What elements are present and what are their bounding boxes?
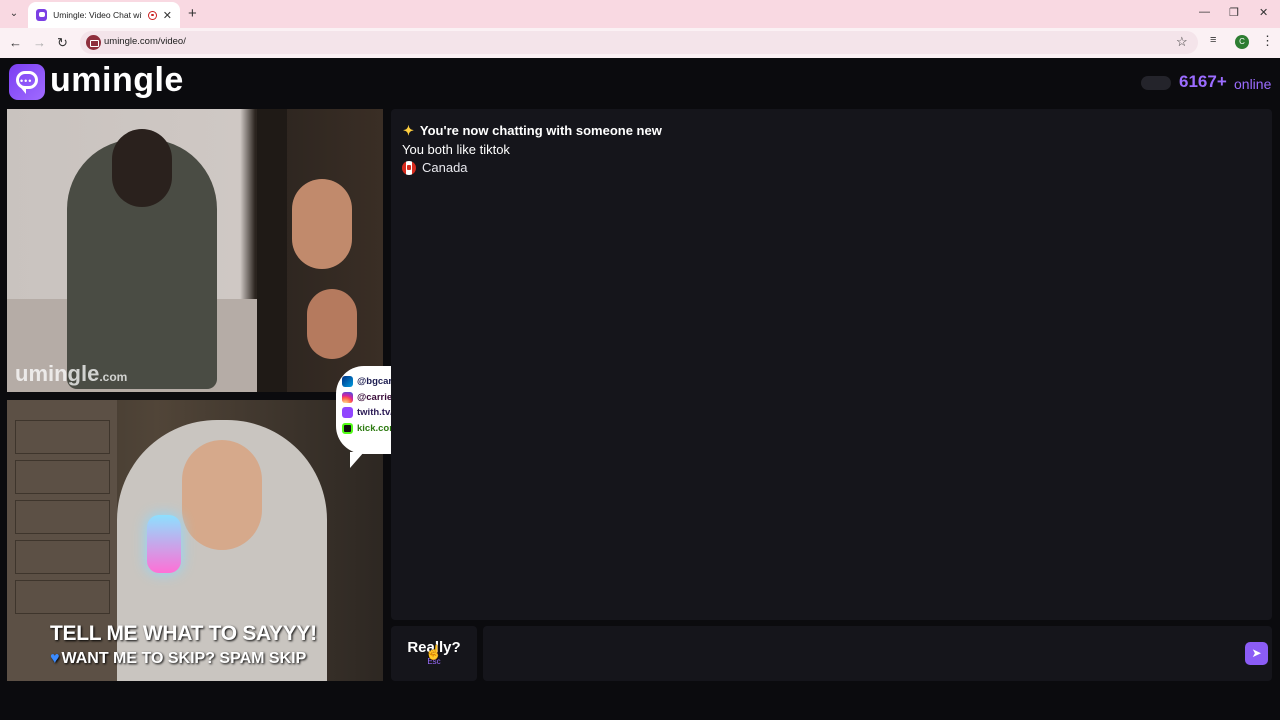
- twitch-icon: [342, 407, 353, 419]
- recording-indicator-icon: [148, 10, 157, 20]
- reload-icon[interactable]: ↻: [57, 35, 68, 51]
- umingle-logo-icon[interactable]: •••: [9, 64, 45, 100]
- profile-avatar[interactable]: C: [1235, 35, 1249, 49]
- browser-tab-strip: ⌄ Umingle: Video Chat with St ✕ + — ❐ ✕: [0, 0, 1280, 28]
- self-face: [182, 440, 262, 550]
- new-tab-button[interactable]: +: [188, 5, 197, 22]
- back-icon[interactable]: ←: [9, 35, 22, 50]
- brand-name[interactable]: umingle: [50, 61, 184, 100]
- common-interest-message: You both like tiktok: [402, 142, 510, 157]
- send-icon[interactable]: ➤: [1245, 642, 1268, 665]
- tab-title: Umingle: Video Chat with St: [53, 10, 142, 20]
- chat-intro-message: ✦ You're now chatting with someone new: [403, 123, 662, 138]
- canada-flag-icon: [402, 160, 416, 175]
- hand-foreground: [307, 289, 357, 359]
- address-bar[interactable]: umingle.com/video/ ☆: [80, 31, 1198, 54]
- umingle-favicon-icon: [36, 9, 48, 21]
- stranger-video: umingle.com: [7, 109, 383, 392]
- self-video: TELL ME WHAT TO SAYYY! ♥ WANT ME TO SKIP?…: [7, 400, 383, 681]
- browser-tab[interactable]: Umingle: Video Chat with St ✕: [28, 2, 180, 28]
- hand-foreground: [292, 179, 352, 269]
- stream-overlay-text: ♥ WANT ME TO SKIP? SPAM SKIP: [50, 650, 307, 667]
- stream-overlay-text: TELL ME WHAT TO SAYYY!: [50, 622, 317, 645]
- close-window-button[interactable]: ✕: [1259, 6, 1268, 19]
- message-input[interactable]: [493, 640, 1233, 666]
- tab-search-icon[interactable]: ⌄: [6, 6, 22, 22]
- restore-button[interactable]: ❐: [1229, 6, 1239, 19]
- theme-toggle[interactable]: [1141, 76, 1171, 90]
- paypal-icon: [342, 376, 353, 388]
- forward-icon[interactable]: →: [33, 35, 46, 50]
- tab-close-icon[interactable]: ✕: [163, 9, 172, 22]
- microphone-icon: [147, 515, 181, 573]
- instagram-icon: [342, 391, 353, 403]
- umingle-page: ••• umingle 6167+ online umingle.com TEL…: [0, 58, 1280, 720]
- browser-menu-icon[interactable]: ⋮: [1261, 33, 1274, 49]
- url-text[interactable]: umingle.com/video/: [104, 36, 186, 47]
- media-controls-icon[interactable]: ≡: [1210, 34, 1216, 46]
- browser-toolbar: ← → ↻ umingle.com/video/ ☆: [0, 28, 1280, 58]
- blue-heart-icon: ♥: [50, 650, 60, 667]
- sparkles-icon: ✦: [403, 123, 414, 138]
- online-label: online: [1234, 76, 1272, 92]
- message-composer[interactable]: ➤: [483, 626, 1272, 681]
- video-watermark: umingle.com: [15, 361, 128, 386]
- hand-cursor-icon: ☝: [425, 644, 443, 660]
- site-info-icon[interactable]: [86, 35, 101, 50]
- chat-panel[interactable]: ✦ You're now chatting with someone new Yo…: [391, 109, 1272, 620]
- minimize-button[interactable]: —: [1199, 6, 1210, 18]
- kick-icon: [342, 422, 353, 434]
- bookmark-star-icon[interactable]: ☆: [1176, 34, 1188, 50]
- stranger-hair: [112, 129, 172, 207]
- stranger-country: Canada: [402, 160, 468, 175]
- online-count: 6167+: [1179, 72, 1227, 91]
- phone-edge: [257, 109, 287, 392]
